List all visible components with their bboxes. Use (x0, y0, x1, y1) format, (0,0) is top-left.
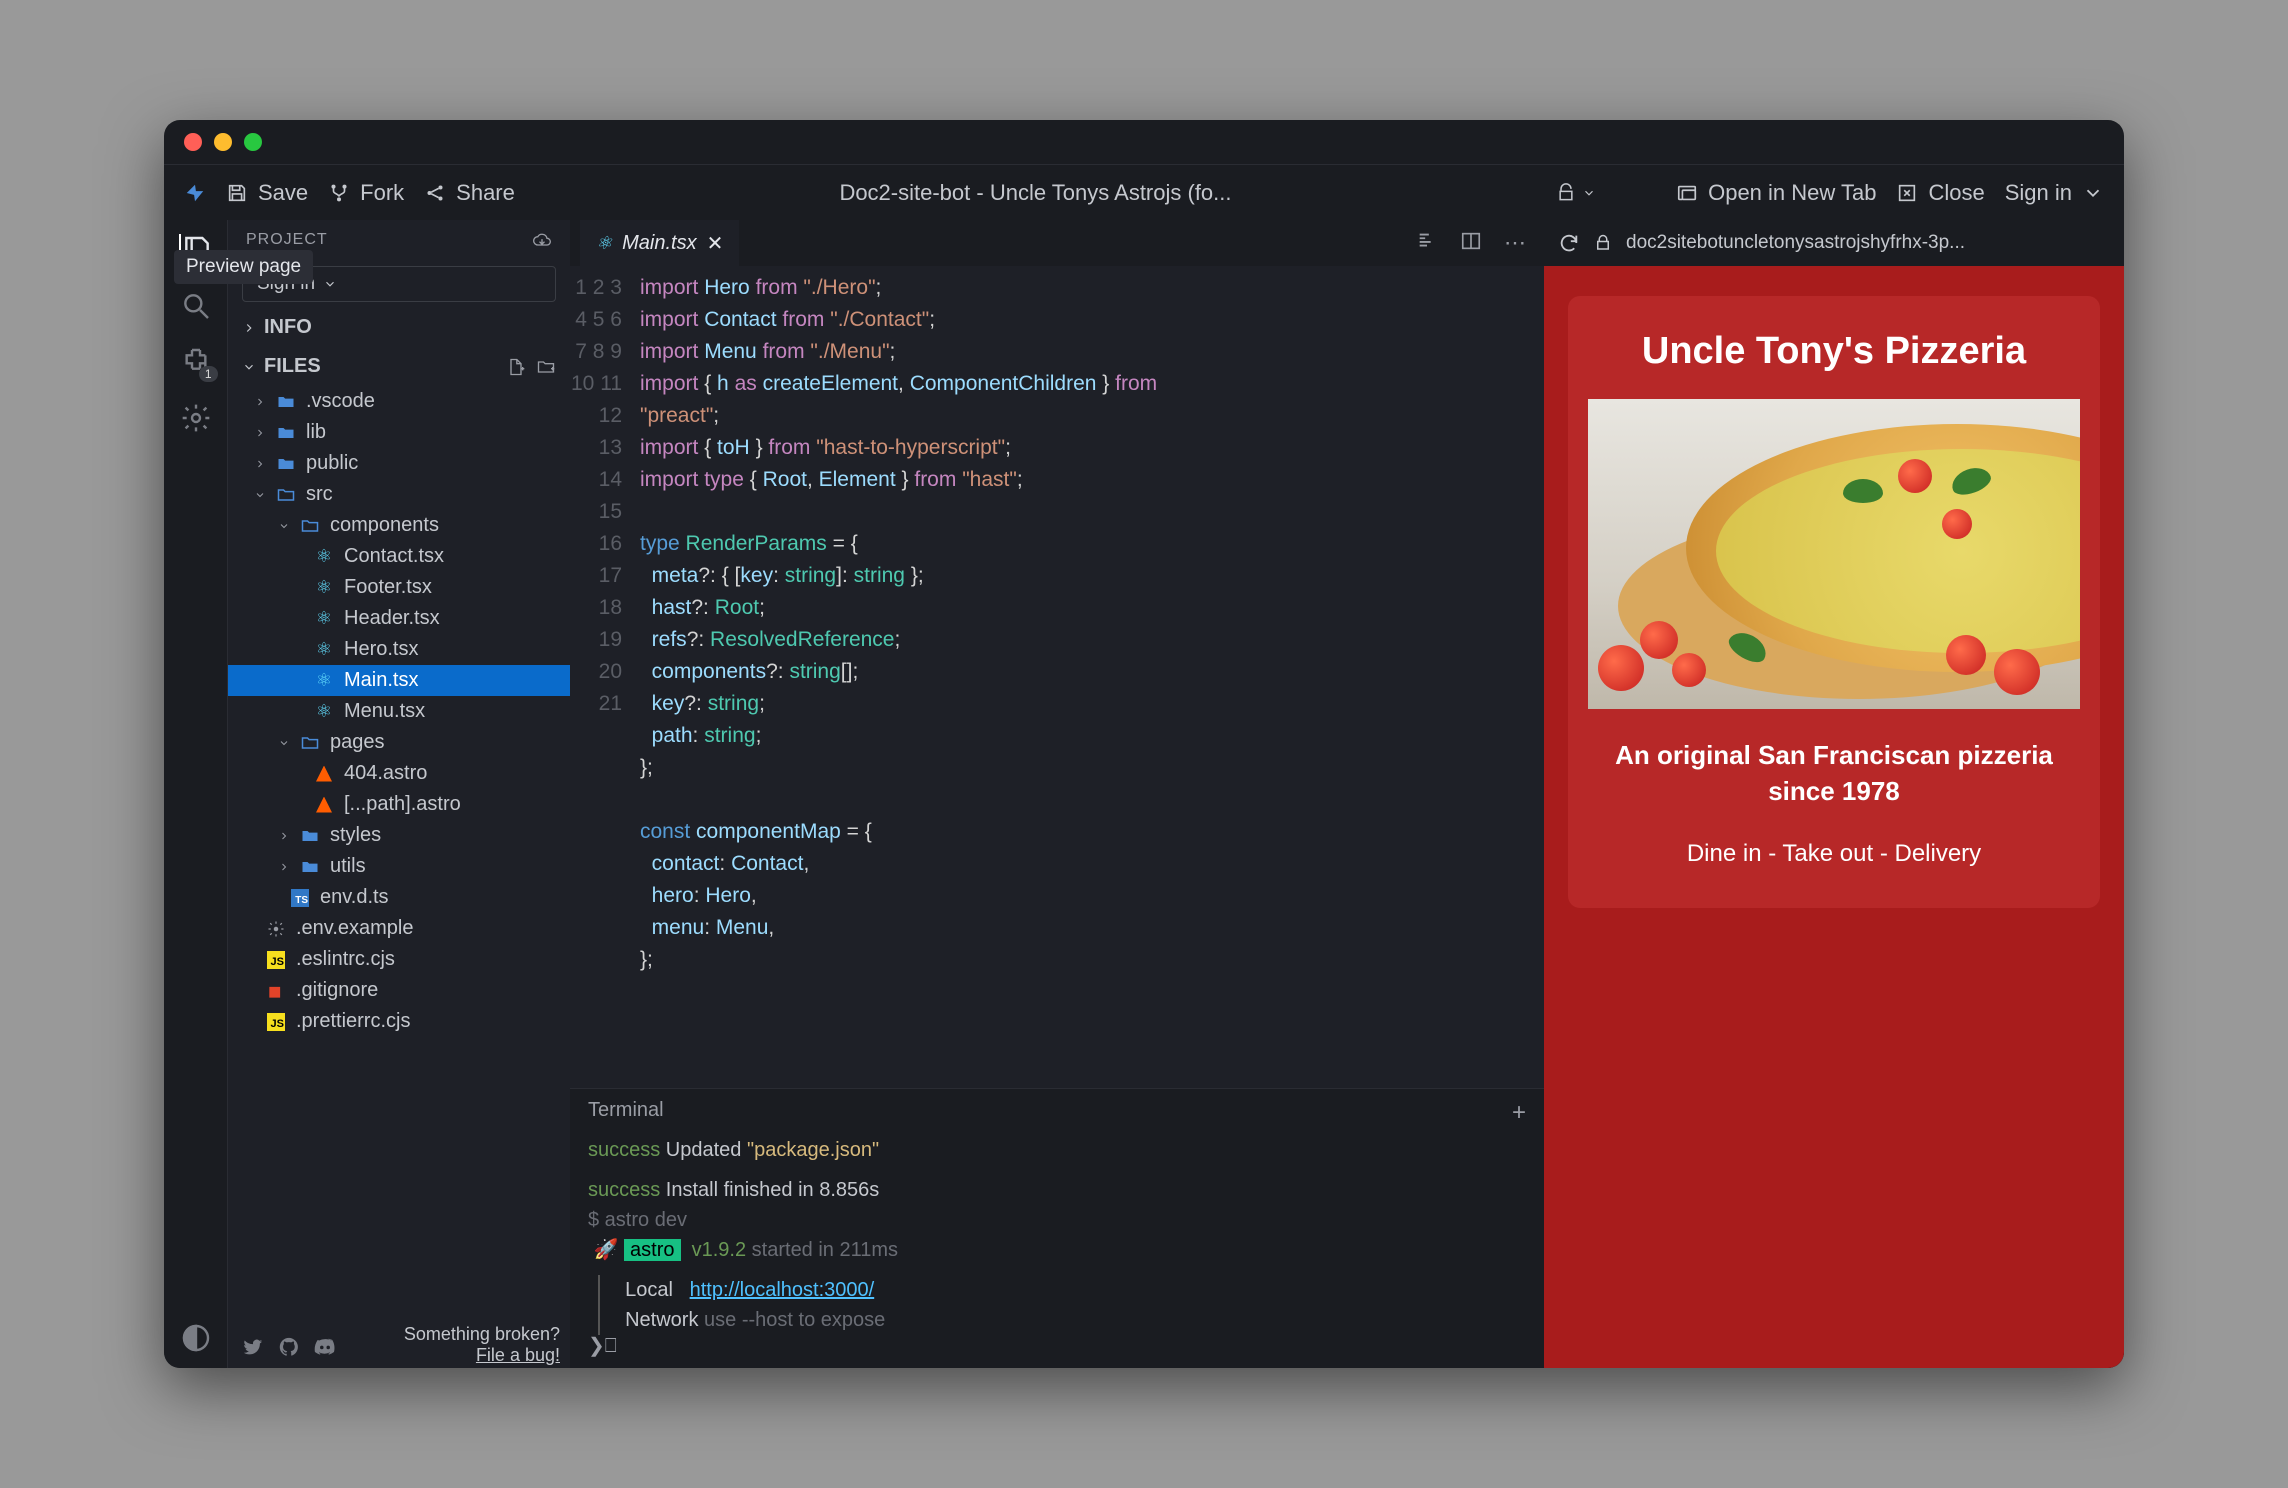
tagline: An original San Franciscan pizzeria sinc… (1588, 737, 2080, 810)
line-numbers: 1 2 3 4 5 6 7 8 9 10 11 12 13 14 15 16 1… (570, 266, 640, 1088)
reload-icon[interactable] (1558, 232, 1580, 254)
theme-icon[interactable] (180, 1322, 212, 1354)
maximize-window-icon[interactable] (244, 133, 262, 151)
cloud-download-icon[interactable] (532, 230, 552, 250)
editor-actions: ⋯ (1416, 230, 1544, 256)
file-header[interactable]: ⚛Header.tsx (228, 603, 570, 634)
prettier-icon[interactable] (1416, 230, 1438, 252)
hero-card: Uncle Tony's Pizzeria An (1568, 296, 2100, 908)
file-footer[interactable]: ⚛Footer.tsx (228, 572, 570, 603)
file-prettier[interactable]: JS.prettierrc.cjs (228, 1006, 570, 1037)
file-404[interactable]: 404.astro (228, 758, 570, 789)
file-path[interactable]: [...path].astro (228, 789, 570, 820)
folder-vscode[interactable]: .vscode (228, 386, 570, 417)
terminal-label: Terminal (588, 1099, 664, 1127)
file-bug-link[interactable]: Something broken?File a bug! (394, 1324, 570, 1366)
search-icon[interactable] (180, 290, 212, 322)
lock-icon (1594, 234, 1612, 252)
folder-components[interactable]: components (228, 510, 570, 541)
code-content: import Hero from "./Hero"; import Contac… (640, 266, 1157, 1088)
logo-icon[interactable] (184, 182, 206, 204)
share-button[interactable]: Share (424, 180, 515, 206)
twitter-icon[interactable] (242, 1336, 264, 1358)
main-area: 1 PROJECT Sign in INFO FILES .vscode (164, 220, 2124, 1368)
new-terminal-icon[interactable]: + (1512, 1099, 1526, 1127)
discord-icon[interactable] (314, 1336, 336, 1358)
new-file-icon[interactable] (506, 357, 526, 377)
traffic-lights (184, 133, 262, 151)
social-links (228, 1328, 350, 1366)
app-window: Save Fork Share Doc2-site-bot - Uncle To… (164, 120, 2124, 1368)
activity-bar: 1 (164, 220, 228, 1368)
sidebar: PROJECT Sign in INFO FILES .vscode lib p… (228, 220, 570, 1368)
folder-pages[interactable]: pages (228, 727, 570, 758)
open-new-tab-button[interactable]: Open in New Tab (1676, 180, 1876, 206)
lock-dropdown[interactable] (1556, 183, 1596, 203)
file-hero[interactable]: ⚛Hero.tsx (228, 634, 570, 665)
window-title: Doc2-site-bot - Uncle Tonys Astrojs (fo.… (535, 180, 1536, 206)
editor-tabs: ⚛Main.tsx✕ ⋯ (570, 220, 1544, 266)
split-editor-icon[interactable] (1460, 230, 1482, 252)
sign-in-button[interactable]: Sign in (2005, 180, 2104, 206)
file-eslint[interactable]: JS.eslintrc.cjs (228, 944, 570, 975)
folder-styles[interactable]: styles (228, 820, 570, 851)
file-gitignore[interactable]: ◆.gitignore (228, 975, 570, 1006)
preview-page-tooltip: Preview page (174, 250, 313, 284)
file-envd[interactable]: TSenv.d.ts (228, 882, 570, 913)
top-toolbar: Save Fork Share Doc2-site-bot - Uncle To… (164, 164, 2124, 220)
preview-url[interactable]: doc2sitebotuncletonysastrojshyfrhx-3p... (1626, 232, 2110, 254)
dine-options: Dine in - Take out - Delivery (1588, 840, 2080, 868)
site-title: Uncle Tony's Pizzeria (1588, 330, 2080, 373)
close-button[interactable]: Close (1896, 180, 1984, 206)
new-folder-icon[interactable] (536, 357, 556, 377)
settings-icon[interactable] (180, 402, 212, 434)
folder-lib[interactable]: lib (228, 417, 570, 448)
editor-area: ⚛Main.tsx✕ ⋯ 1 2 3 4 5 6 7 8 9 10 11 12 … (570, 220, 1544, 1368)
file-tree: .vscode lib public src components ⚛Conta… (228, 386, 570, 1320)
files-section[interactable]: FILES (228, 347, 570, 386)
minimize-window-icon[interactable] (214, 133, 232, 151)
plugin-icon[interactable]: 1 (180, 346, 212, 378)
preview-toolbar: doc2sitebotuncletonysastrojshyfrhx-3p... (1544, 220, 2124, 266)
fork-button[interactable]: Fork (328, 180, 404, 206)
preview-panel: doc2sitebotuncletonysastrojshyfrhx-3p...… (1544, 220, 2124, 1368)
close-window-icon[interactable] (184, 133, 202, 151)
save-button[interactable]: Save (226, 180, 308, 206)
github-icon[interactable] (278, 1336, 300, 1358)
info-section[interactable]: INFO (228, 308, 570, 347)
file-contact[interactable]: ⚛Contact.tsx (228, 541, 570, 572)
plugin-badge: 1 (199, 366, 218, 382)
close-tab-icon[interactable]: ✕ (707, 231, 724, 256)
folder-utils[interactable]: utils (228, 851, 570, 882)
folder-public[interactable]: public (228, 448, 570, 479)
more-icon[interactable]: ⋯ (1504, 230, 1526, 256)
titlebar (164, 120, 2124, 164)
file-menu[interactable]: ⚛Menu.tsx (228, 696, 570, 727)
code-editor[interactable]: 1 2 3 4 5 6 7 8 9 10 11 12 13 14 15 16 1… (570, 266, 1544, 1088)
preview-content: Uncle Tony's Pizzeria An (1544, 266, 2124, 1368)
hero-image (1588, 399, 2080, 709)
file-main[interactable]: ⚛Main.tsx (228, 665, 570, 696)
tab-main[interactable]: ⚛Main.tsx✕ (580, 220, 739, 266)
terminal-panel[interactable]: Terminal+ success Updated "package.json"… (570, 1088, 1544, 1368)
folder-src[interactable]: src (228, 479, 570, 510)
file-envexample[interactable]: .env.example (228, 913, 570, 944)
